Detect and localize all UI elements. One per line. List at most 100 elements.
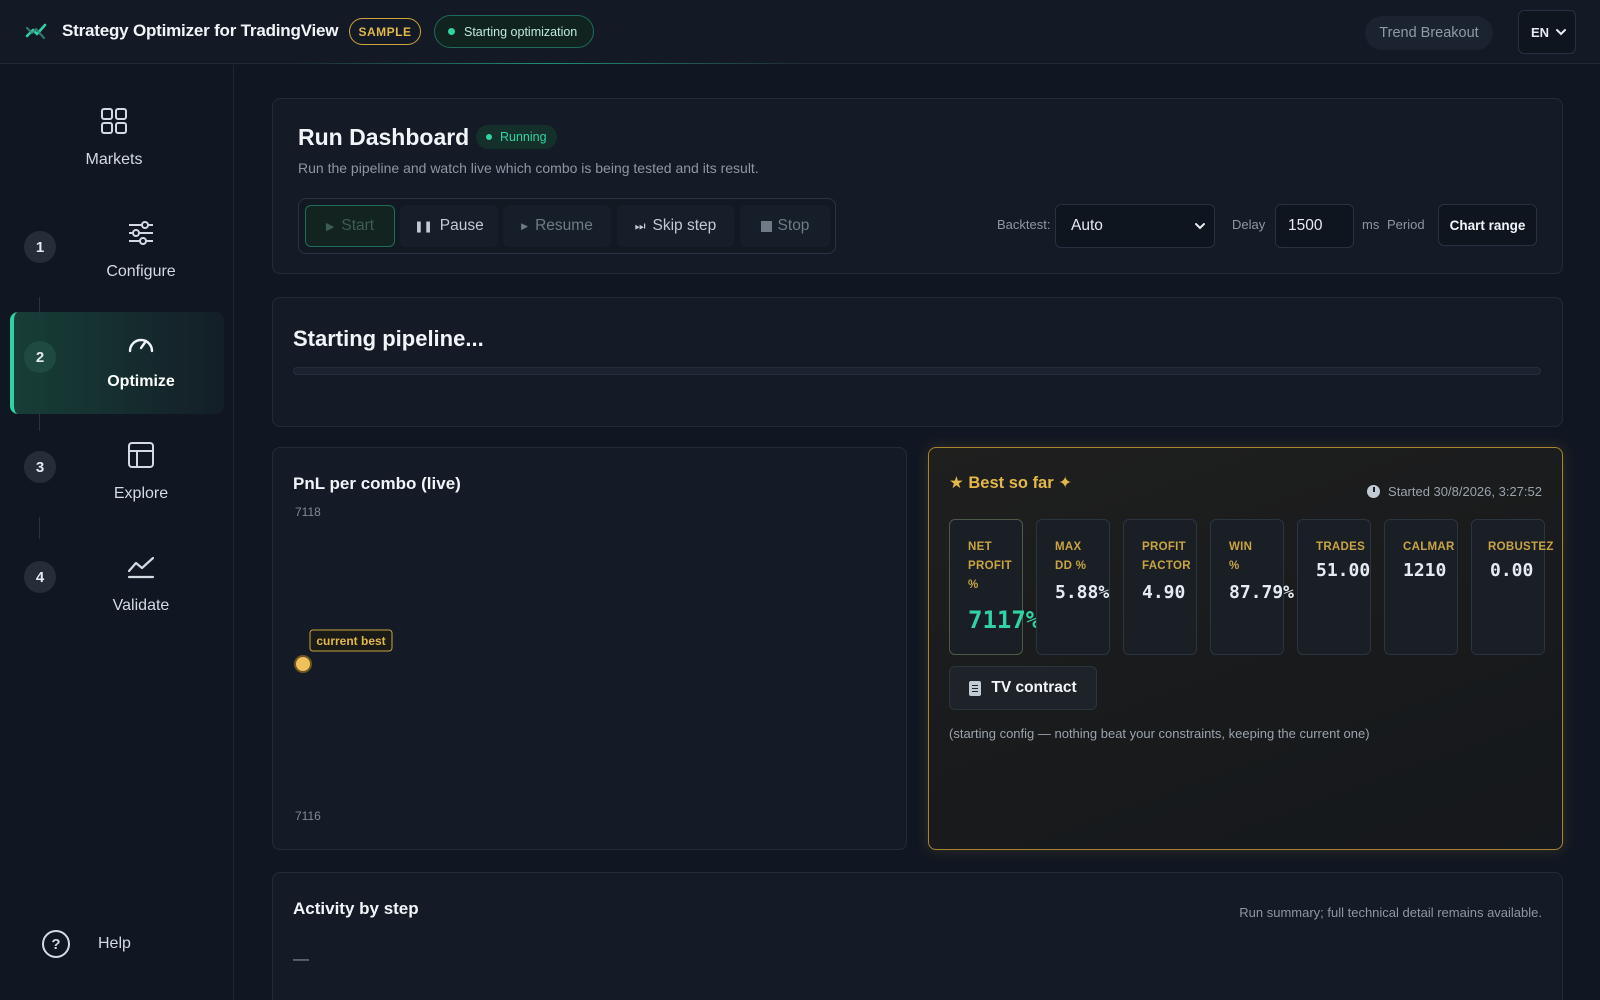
- gauge-icon: [128, 338, 154, 353]
- activity-subtitle: Run summary; full technical detail remai…: [1239, 905, 1542, 920]
- optimization-status-pill: Starting optimization: [434, 15, 594, 48]
- strategy-chip[interactable]: Trend Breakout: [1365, 16, 1493, 50]
- run-controls: ▶ Start ❚❚ Pause ▶ Resume ⏭ Skip step St…: [298, 198, 836, 254]
- sliders-icon: [129, 221, 153, 245]
- backtest-select[interactable]: Auto: [1055, 204, 1215, 248]
- sidebar: Markets 1 Configure 2 Optimize 3 Explore…: [0, 65, 234, 1000]
- top-bar: Strategy Optimizer for TradingView SAMPL…: [0, 0, 1600, 64]
- clock-icon: [1367, 485, 1381, 498]
- app-logo-icon: [25, 23, 47, 40]
- sidebar-item-label: Markets: [85, 151, 143, 168]
- resume-icon: ▶: [521, 220, 529, 231]
- start-button[interactable]: ▶ Start: [305, 205, 395, 247]
- status-dot-icon: [486, 134, 492, 140]
- pipeline-card: Starting pipeline...: [272, 297, 1563, 427]
- chart-range-button[interactable]: Chart range: [1438, 204, 1537, 246]
- period-label: Period: [1387, 217, 1425, 232]
- started-timestamp: Started 30/8/2026, 3:27:52: [1367, 484, 1542, 499]
- metric-win-rate: WIN % 87.79%: [1210, 519, 1294, 655]
- skip-button-label: Skip step: [652, 217, 717, 234]
- metric-value: 51.00: [1316, 560, 1371, 581]
- delay-input[interactable]: [1275, 204, 1354, 248]
- metric-net-profit: NET PROFIT % 7117%: [949, 519, 1040, 655]
- stop-button[interactable]: Stop: [740, 205, 830, 247]
- pnl-chart-card: PnL per combo (live) 7118 7116 current bes…: [272, 447, 907, 850]
- metric-value: 1210: [1403, 560, 1447, 581]
- pipeline-progress-bar: [293, 367, 1541, 375]
- metric-value: 5.88%: [1055, 582, 1110, 603]
- sample-badge: SAMPLE: [349, 18, 421, 45]
- running-badge-text: Running: [500, 130, 547, 144]
- delay-label: Delay: [1232, 217, 1266, 232]
- backtest-label: Backtest:: [997, 217, 1051, 232]
- sidebar-item-validate[interactable]: Validate: [0, 541, 234, 641]
- y-tick-label: 7116: [295, 809, 321, 823]
- metric-calmar: CALMAR 1210: [1384, 519, 1458, 655]
- sidebar-item-label: Explore: [113, 485, 169, 502]
- best-so-far-card: ★ Best so far ✦ Started 30/8/2026, 3:27:…: [928, 447, 1563, 850]
- pause-button-label: Pause: [439, 217, 484, 234]
- pnl-chart: 7118 7116 current best: [294, 505, 393, 823]
- activity-empty-placeholder: —: [293, 951, 309, 968]
- pipeline-status-title: Starting pipeline...: [293, 326, 484, 351]
- metric-label: MAX DD %: [1055, 541, 1087, 572]
- sidebar-item-label: Configure: [106, 263, 176, 280]
- pause-button[interactable]: ❚❚ Pause: [400, 205, 498, 247]
- metric-value: 87.79%: [1229, 582, 1295, 603]
- metric-label: PROFIT FACTOR: [1142, 541, 1191, 572]
- running-status-badge: Running: [476, 125, 557, 149]
- delay-unit: ms: [1362, 217, 1380, 232]
- sidebar-item-markets[interactable]: Markets: [0, 95, 234, 195]
- help-button[interactable]: ? Help: [42, 930, 192, 960]
- sidebar-item-explore[interactable]: Explore: [0, 429, 234, 529]
- sidebar-item-optimize[interactable]: Optimize: [0, 317, 234, 417]
- current-best-annotation: current best: [309, 629, 393, 652]
- best-so-far-title: ★ Best so far ✦: [949, 474, 1073, 492]
- scatter-point[interactable]: [294, 655, 312, 673]
- sidebar-item-configure[interactable]: Configure: [0, 207, 234, 307]
- help-icon: ?: [42, 930, 70, 958]
- layout-icon: [128, 442, 154, 468]
- page-title: Run Dashboard: [298, 124, 470, 150]
- best-config-note: (starting config — nothing beat your con…: [949, 726, 1370, 741]
- sidebar-item-label: Optimize: [107, 373, 175, 390]
- tv-contract-button[interactable]: TV contract: [949, 666, 1097, 710]
- resume-button-label: Resume: [535, 217, 593, 234]
- metric-value: 4.90: [1142, 582, 1186, 603]
- metric-value: 7117%: [968, 606, 1041, 634]
- metric-value: 0.00: [1490, 560, 1534, 581]
- backtest-value: Auto: [1071, 217, 1103, 234]
- activity-title: Activity by step: [293, 899, 419, 918]
- metric-label: CALMAR: [1403, 541, 1455, 553]
- document-icon: [969, 680, 982, 696]
- tv-contract-label: TV contract: [991, 679, 1077, 696]
- metric-max-dd: MAX DD % 5.88%: [1036, 519, 1110, 655]
- stop-icon: [760, 220, 772, 232]
- status-pill-text: Starting optimization: [464, 24, 578, 39]
- language-select[interactable]: EN: [1518, 10, 1576, 54]
- started-text: Started 30/8/2026, 3:27:52: [1388, 484, 1542, 499]
- metric-profit-factor: PROFIT FACTOR 4.90: [1123, 519, 1197, 655]
- chevron-down-icon: [1195, 223, 1205, 230]
- activity-card: Activity by step Run summary; full techn…: [272, 872, 1563, 1000]
- line-chart-icon: [127, 556, 155, 579]
- help-label: Help: [98, 935, 131, 952]
- metric-label: NET PROFIT %: [968, 541, 1012, 591]
- metric-robustness: ROBUSTEZ 0.00: [1471, 519, 1553, 655]
- chevron-down-icon: [1556, 29, 1566, 36]
- metric-trades: TRADES 51.00: [1297, 519, 1371, 655]
- resume-button[interactable]: ▶ Resume: [503, 205, 611, 247]
- pause-icon: ❚❚: [414, 220, 433, 233]
- start-button-label: Start: [341, 217, 375, 234]
- play-icon: ▶: [325, 220, 335, 233]
- status-dot-icon: [448, 28, 455, 35]
- grid-icon: [101, 108, 127, 134]
- metric-label: TRADES: [1316, 541, 1366, 553]
- stop-button-label: Stop: [777, 217, 810, 234]
- sidebar-item-label: Validate: [112, 597, 170, 614]
- y-tick-label: 7118: [295, 505, 321, 519]
- run-dashboard-card: Run Dashboard Running Run the pipeline a…: [272, 98, 1563, 274]
- annotation-label: current best: [316, 634, 385, 648]
- skip-step-button[interactable]: ⏭ Skip step: [617, 205, 734, 247]
- language-value: EN: [1531, 24, 1550, 40]
